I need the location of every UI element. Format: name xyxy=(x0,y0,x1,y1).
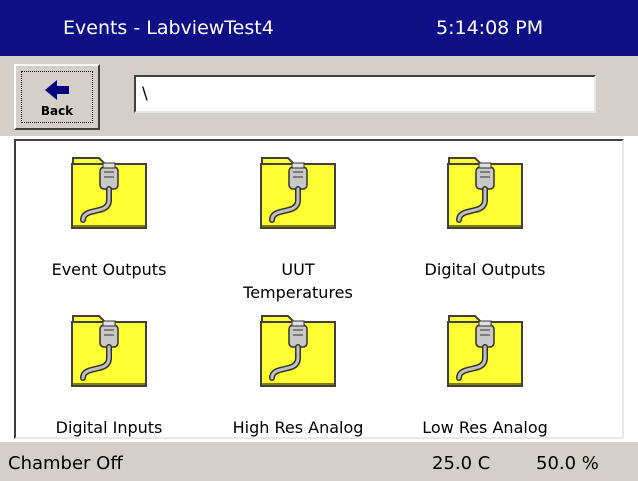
back-button-label: Back xyxy=(40,104,74,118)
folder-label: Digital Inputs xyxy=(55,418,163,437)
folder-digital-outputs[interactable]: Digital Outputs xyxy=(400,154,570,294)
folder-uut-temperatures[interactable]: UUT Temperatures xyxy=(213,154,383,302)
chamber-status: Chamber Off xyxy=(8,453,123,474)
connector-folder-icon xyxy=(258,154,338,232)
folder-high-res-analog[interactable]: High Res Analog xyxy=(213,312,383,452)
folder-digital-inputs[interactable]: Digital Inputs xyxy=(24,312,194,452)
back-arrow-icon xyxy=(45,80,69,100)
folder-low-res-analog[interactable]: Low Res Analog xyxy=(400,312,570,452)
connector-folder-icon xyxy=(445,154,525,232)
back-button[interactable]: Back xyxy=(14,64,100,130)
folder-label: High Res Analog xyxy=(232,418,364,437)
window-title: Events - LabviewTest4 xyxy=(63,17,274,39)
folder-label: Digital Outputs xyxy=(424,260,546,279)
temperature-readout: 25.0 C xyxy=(432,453,491,474)
folder-label: Event Outputs xyxy=(51,260,167,279)
clock: 5:14:08 PM xyxy=(436,17,544,39)
toolbar: Back xyxy=(0,56,638,136)
status-bar: Chamber Off 25.0 C 50.0 % xyxy=(0,441,638,481)
folder-event-outputs[interactable]: Event Outputs xyxy=(24,154,194,294)
path-input[interactable] xyxy=(134,75,596,113)
folder-view: Event Outputs UUT Temperatures Digital O… xyxy=(14,139,624,439)
connector-folder-icon xyxy=(69,154,149,232)
folder-label: UUT Temperatures xyxy=(243,260,353,302)
title-bar: Events - LabviewTest4 5:14:08 PM xyxy=(0,0,638,56)
humidity-readout: 50.0 % xyxy=(536,453,599,474)
folder-label: Low Res Analog xyxy=(422,418,548,437)
connector-folder-icon xyxy=(69,312,149,390)
connector-folder-icon xyxy=(445,312,525,390)
connector-folder-icon xyxy=(258,312,338,390)
